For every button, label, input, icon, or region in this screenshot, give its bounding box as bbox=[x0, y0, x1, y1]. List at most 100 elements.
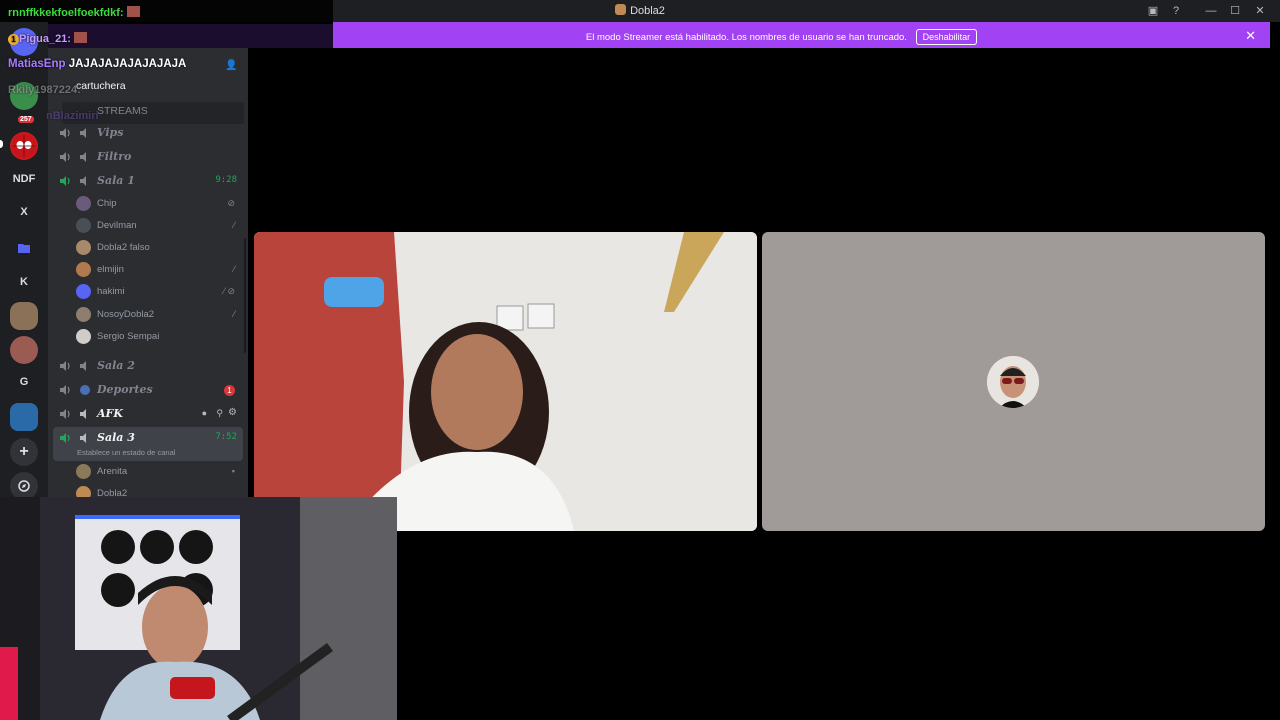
speaker-icon bbox=[60, 361, 70, 371]
chat-message: rnnffkkekfoelfoekfdkf: bbox=[8, 6, 140, 19]
member-name: Sergio Sempai bbox=[97, 331, 160, 342]
streamer-mode-banner: El modo Streamer está habilitado. Los no… bbox=[333, 22, 1270, 48]
speaker-active-icon bbox=[60, 433, 70, 443]
chat-user: MatiasEnp bbox=[8, 58, 66, 70]
avatar bbox=[76, 262, 91, 277]
server-x[interactable]: X bbox=[10, 198, 38, 226]
member-item[interactable]: Sergio Sempai bbox=[76, 327, 241, 347]
deafened-icon: ⊘ bbox=[227, 198, 235, 208]
member-item[interactable]: elmijin ⁄ bbox=[76, 260, 241, 280]
server-icon[interactable] bbox=[10, 302, 38, 330]
channel-afk[interactable]: AFK ● ⚲ ⚙ bbox=[53, 403, 243, 425]
chat-user: Pigua_21: bbox=[19, 33, 71, 45]
mention-badge: 257 bbox=[16, 114, 36, 125]
channel-cartuchera[interactable]: cartuchera bbox=[76, 80, 126, 92]
member-item[interactable]: Dobla2 bbox=[76, 484, 241, 497]
notification-badge: 1 bbox=[224, 385, 235, 396]
server-g[interactable]: G bbox=[10, 368, 38, 396]
volume-icon bbox=[80, 176, 86, 186]
member-name: NosoyDobla2 bbox=[97, 309, 155, 320]
speaker-active-icon bbox=[60, 176, 70, 186]
speaker-icon bbox=[60, 385, 70, 395]
server-k[interactable]: K bbox=[10, 268, 38, 296]
member-item[interactable]: Devilman ⁄ bbox=[76, 216, 241, 236]
invite-icon[interactable]: ⚲ bbox=[216, 408, 223, 419]
emote-icon bbox=[74, 32, 88, 43]
muted-icon: ⁄ bbox=[233, 264, 235, 274]
volume-icon bbox=[80, 152, 86, 162]
member-name: Dobla2 bbox=[97, 488, 128, 497]
member-name: Devilman bbox=[97, 220, 137, 231]
discord-avatar-icon bbox=[76, 284, 91, 299]
chat-message: nBlazimiri bbox=[46, 110, 99, 122]
member-name: Arenita bbox=[97, 466, 128, 477]
add-server-icon[interactable]: + bbox=[10, 438, 38, 466]
avatar bbox=[76, 218, 91, 233]
channel-filtro[interactable]: Filtro bbox=[53, 146, 243, 168]
member-name: Chip bbox=[97, 198, 117, 209]
muted-deafened-icon: ⁄ ⊘ bbox=[223, 286, 235, 296]
avatar bbox=[76, 486, 91, 497]
add-member-icon[interactable]: 👤 bbox=[225, 60, 237, 71]
chat-user: rnnffkkekfoelfoekfdkf: bbox=[8, 7, 124, 19]
channel-name: Sala 1 bbox=[97, 174, 135, 187]
close-window-button[interactable]: ✕ bbox=[1252, 3, 1268, 19]
channel-name: Sala 3 bbox=[97, 431, 135, 444]
channel-vips[interactable]: Vips bbox=[53, 122, 243, 144]
screen-share-icon[interactable]: ▣ bbox=[1145, 3, 1161, 19]
emote-icon bbox=[126, 6, 140, 17]
volume-icon bbox=[80, 433, 86, 443]
scrollbar[interactable] bbox=[244, 238, 246, 353]
banner-message: El modo Streamer está habilitado. Los no… bbox=[585, 32, 907, 43]
chat-message: 1 Pigua_21: bbox=[8, 32, 88, 45]
maximize-button[interactable]: ☐ bbox=[1227, 3, 1243, 19]
channel-deportes[interactable]: Deportes 1 bbox=[53, 379, 243, 401]
server-icon[interactable] bbox=[10, 403, 38, 431]
user-avatar bbox=[987, 356, 1039, 408]
window-title-text: Dobla2 bbox=[630, 5, 665, 17]
member-item[interactable]: NosoyDobla2 ⁄ bbox=[76, 305, 241, 325]
disable-streamer-button[interactable]: Deshabilitar bbox=[915, 29, 978, 45]
webcam-feed bbox=[0, 497, 397, 720]
app-icon bbox=[615, 4, 627, 15]
speaker-icon bbox=[60, 409, 70, 419]
minimize-button[interactable]: — bbox=[1203, 3, 1219, 19]
folder-icon[interactable] bbox=[10, 234, 38, 262]
member-name: elmijin bbox=[97, 264, 124, 275]
member-item[interactable]: hakimi ⁄ ⊘ bbox=[76, 282, 241, 302]
member-item[interactable]: Arenita ▪ bbox=[76, 462, 241, 482]
server-ndf[interactable]: NDF bbox=[10, 165, 38, 193]
channel-sala-2[interactable]: Sala 2 bbox=[53, 355, 243, 377]
streams-label: STREAMS bbox=[97, 105, 148, 117]
video-tile-camera[interactable] bbox=[254, 232, 757, 531]
channel-name: Filtro bbox=[97, 150, 132, 163]
help-icon[interactable]: ? bbox=[1168, 3, 1184, 19]
channel-status[interactable]: Establece un estado de canal bbox=[77, 448, 175, 457]
volume-icon bbox=[80, 361, 86, 371]
channel-sala-1[interactable]: Sala 1 9:28 bbox=[53, 170, 243, 192]
channel-sala-3[interactable]: Sala 3 7:52 Establece un estado de canal bbox=[53, 427, 243, 461]
chat-message: MatiasEnp JAJAJAJAJAJAJAJA bbox=[8, 58, 186, 70]
channel-name: Vips bbox=[97, 126, 124, 139]
avatar bbox=[76, 240, 91, 255]
spider-server-icon[interactable] bbox=[10, 132, 38, 160]
muted-icon: ⁄ bbox=[233, 220, 235, 230]
camera-icon: ▪ bbox=[231, 466, 235, 476]
unread-indicator bbox=[0, 140, 3, 148]
video-tile-avatar[interactable] bbox=[762, 232, 1265, 531]
server-icon[interactable] bbox=[10, 336, 38, 364]
avatar bbox=[76, 464, 91, 479]
member-name: hakimi bbox=[97, 286, 125, 297]
discover-icon[interactable] bbox=[10, 472, 38, 500]
speaker-icon bbox=[60, 152, 70, 162]
member-item[interactable]: Dobla2 falso bbox=[76, 238, 241, 258]
member-item[interactable]: Chip ⊘ bbox=[76, 194, 241, 214]
gear-icon[interactable]: ⚙ bbox=[228, 407, 237, 418]
chat-overlay-bg bbox=[48, 24, 333, 48]
chat-user: nBlazimiri bbox=[46, 110, 99, 122]
channel-name: Sala 2 bbox=[97, 359, 135, 372]
chat-icon[interactable]: ● bbox=[202, 408, 207, 418]
channel-name: Deportes bbox=[97, 383, 153, 396]
close-banner-icon[interactable]: ✕ bbox=[1245, 28, 1256, 44]
speaker-icon bbox=[60, 128, 70, 138]
